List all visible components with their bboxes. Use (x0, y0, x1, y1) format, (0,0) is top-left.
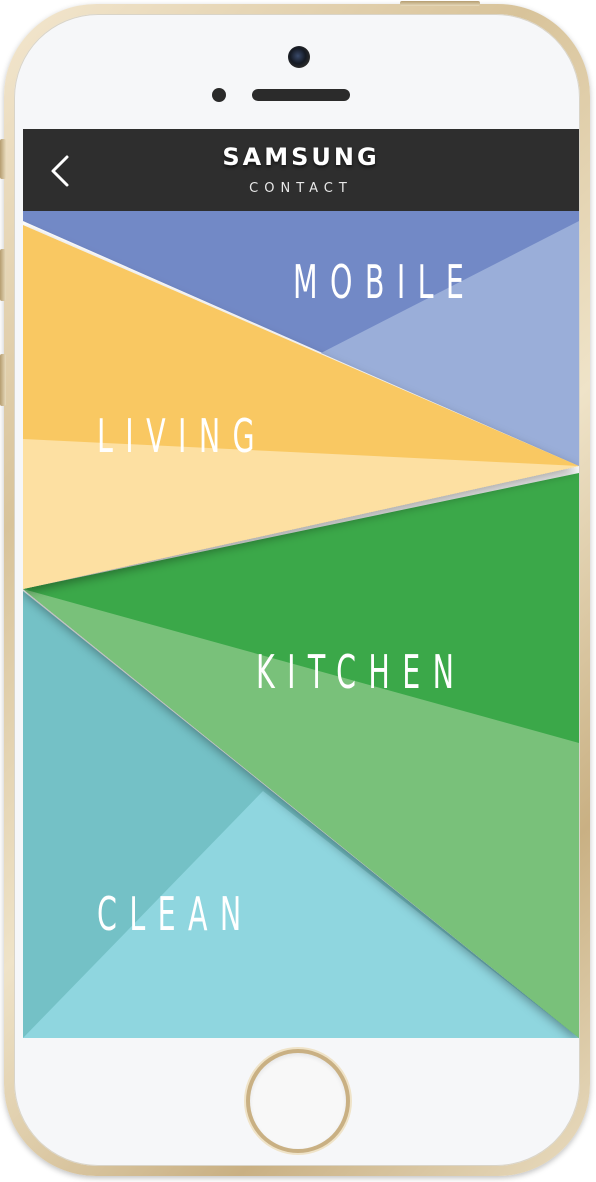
volume-up-button (0, 249, 6, 301)
category-tiles (23, 211, 579, 1038)
home-button[interactable] (250, 1053, 346, 1149)
volume-down-button (0, 354, 6, 406)
app-screen: SAMSUNG CONTACT MOBILE LIVING KITCHEN CL… (23, 129, 579, 1038)
power-button (400, 1, 480, 6)
app-header: SAMSUNG CONTACT (23, 129, 579, 211)
page-subtitle: CONTACT (249, 181, 353, 196)
brand-logo: SAMSUNG (222, 143, 380, 171)
front-camera (288, 46, 310, 68)
proximity-sensor (212, 88, 226, 102)
mute-switch (0, 139, 6, 179)
earpiece-speaker (252, 89, 350, 101)
